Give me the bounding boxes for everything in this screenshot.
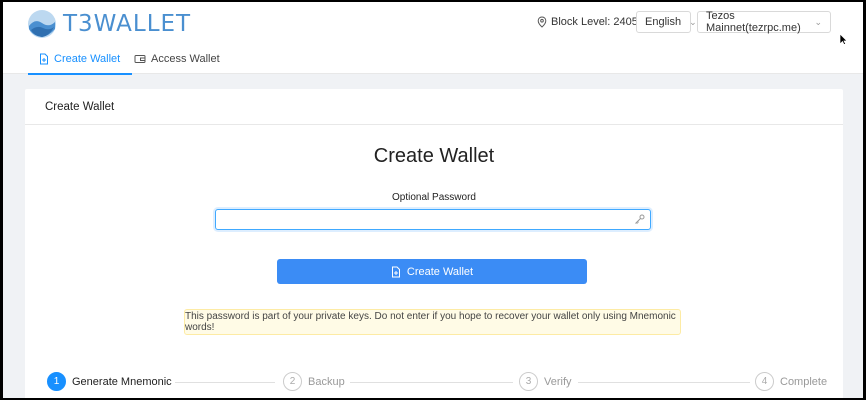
top-header: T3WALLET Block Level: 240554 English ⌄ T…: [3, 2, 863, 46]
steps-progress: 1 Generate Mnemonic 2 Backup 3 Verify 4 …: [25, 372, 843, 396]
warning-alert: This password is part of your private ke…: [184, 309, 681, 335]
step-connector: [578, 382, 750, 383]
file-add-icon: [40, 53, 48, 65]
chevron-down-icon: ⌄: [814, 16, 822, 27]
create-wallet-button[interactable]: Create Wallet: [277, 259, 587, 284]
app-window: T3WALLET Block Level: 240554 English ⌄ T…: [3, 2, 863, 398]
step-connector: [350, 382, 513, 383]
file-add-icon: [391, 266, 400, 277]
warning-text: This password is part of your private ke…: [185, 311, 676, 333]
language-value: English: [645, 16, 682, 28]
step-label: Backup: [308, 375, 345, 388]
step-label: Complete: [780, 375, 828, 388]
password-label: Optional Password: [392, 192, 476, 203]
step-number: 1: [47, 372, 66, 391]
block-level-indicator: Block Level: 240554: [537, 16, 650, 28]
page-title: Create Wallet: [373, 145, 495, 167]
tab-create-wallet[interactable]: Create Wallet: [27, 44, 133, 75]
step-number: 2: [283, 372, 302, 391]
step-number: 4: [755, 372, 774, 391]
tab-label: Create Wallet: [54, 53, 121, 65]
network-select[interactable]: Tezos Mainnet(tezrpc.me) ⌄: [697, 10, 831, 34]
location-pin-icon: [537, 16, 547, 28]
step-verify: 3 Verify: [519, 372, 572, 391]
step-label: Verify: [544, 375, 572, 388]
card-header-title: Create Wallet: [45, 100, 115, 113]
tab-label: Access Wallet: [151, 53, 220, 65]
logo[interactable]: T3WALLET: [27, 9, 191, 39]
network-value: Tezos Mainnet(tezrpc.me): [706, 10, 801, 34]
wallet-icon: [134, 55, 146, 63]
tab-bar: Create Wallet Access Wallet: [3, 44, 863, 75]
create-wallet-card: Create Wallet Create Wallet Optional Pas…: [25, 89, 843, 398]
language-select[interactable]: English ⌄: [636, 11, 697, 33]
tab-access-wallet[interactable]: Access Wallet: [134, 44, 220, 74]
step-complete: 4 Complete: [755, 372, 827, 391]
password-input[interactable]: [215, 209, 651, 230]
step-number: 3: [519, 372, 538, 391]
step-generate-mnemonic: 1 Generate Mnemonic: [47, 372, 172, 391]
chevron-down-icon: ⌄: [689, 16, 697, 27]
step-backup: 2 Backup: [283, 372, 345, 391]
create-wallet-button-label: Create Wallet: [406, 265, 474, 278]
step-label: Generate Mnemonic: [72, 375, 172, 388]
key-icon: [635, 214, 645, 224]
step-connector: [175, 382, 275, 383]
logo-mark-icon: [28, 10, 56, 38]
card-header: Create Wallet: [25, 89, 843, 125]
logo-text: T3WALLET: [63, 11, 192, 37]
